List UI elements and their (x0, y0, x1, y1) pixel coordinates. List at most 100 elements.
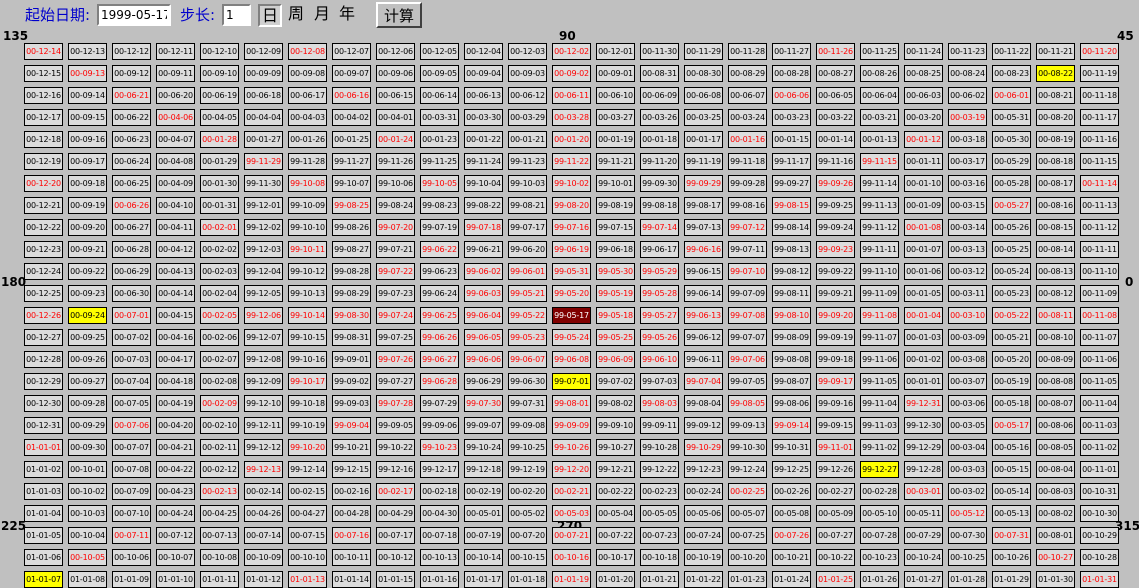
date-cell[interactable]: 00-05-06 (684, 505, 723, 522)
date-cell[interactable]: 00-05-31 (992, 109, 1031, 126)
date-cell[interactable]: 99-07-17 (508, 219, 547, 236)
date-cell[interactable]: 01-01-14 (332, 571, 371, 588)
date-cell[interactable]: 99-12-12 (244, 439, 283, 456)
date-cell[interactable]: 00-07-02 (112, 329, 151, 346)
date-cell[interactable]: 99-08-26 (332, 219, 371, 236)
date-cell[interactable]: 99-11-23 (508, 153, 547, 170)
date-cell[interactable]: 00-01-06 (904, 263, 943, 280)
date-cell[interactable]: 00-03-17 (948, 153, 987, 170)
date-cell[interactable]: 99-06-15 (684, 263, 723, 280)
date-cell[interactable]: 99-06-19 (552, 241, 591, 258)
date-cell[interactable]: 00-05-11 (904, 505, 943, 522)
date-cell[interactable]: 00-04-25 (200, 505, 239, 522)
date-cell[interactable]: 00-02-22 (596, 483, 635, 500)
date-cell[interactable]: 00-07-03 (112, 351, 151, 368)
date-cell[interactable]: 99-05-18 (596, 307, 635, 324)
date-cell[interactable]: 00-01-21 (508, 131, 547, 148)
date-cell[interactable]: 01-01-27 (904, 571, 943, 588)
date-cell[interactable]: 00-01-05 (904, 285, 943, 302)
date-cell[interactable]: 00-01-26 (288, 131, 327, 148)
date-cell[interactable]: 00-11-13 (1080, 197, 1119, 214)
date-cell[interactable]: 00-07-26 (772, 527, 811, 544)
date-cell[interactable]: 00-07-19 (464, 527, 503, 544)
date-cell[interactable]: 00-12-08 (288, 43, 327, 60)
date-cell[interactable]: 00-11-29 (684, 43, 723, 60)
date-cell[interactable]: 99-06-17 (640, 241, 679, 258)
date-cell[interactable]: 00-08-30 (684, 65, 723, 82)
date-cell[interactable]: 00-06-05 (816, 87, 855, 104)
date-cell[interactable]: 99-09-27 (772, 175, 811, 192)
date-cell[interactable]: 99-05-31 (552, 263, 591, 280)
date-cell[interactable]: 00-05-03 (552, 505, 591, 522)
date-cell[interactable]: 00-01-14 (816, 131, 855, 148)
date-cell[interactable]: 00-03-12 (948, 263, 987, 280)
date-cell[interactable]: 00-05-13 (992, 505, 1031, 522)
date-cell[interactable]: 99-11-30 (244, 175, 283, 192)
date-cell[interactable]: 00-01-02 (904, 351, 943, 368)
date-cell[interactable]: 00-06-02 (948, 87, 987, 104)
date-cell[interactable]: 00-10-12 (376, 549, 415, 566)
date-cell[interactable]: 99-11-25 (420, 153, 459, 170)
date-cell[interactable]: 99-08-30 (332, 307, 371, 324)
date-cell[interactable]: 99-10-19 (288, 417, 327, 434)
date-cell[interactable]: 99-08-15 (772, 197, 811, 214)
date-cell[interactable]: 99-09-16 (816, 395, 855, 412)
date-cell[interactable]: 00-09-12 (112, 65, 151, 82)
date-cell[interactable]: 00-04-28 (332, 505, 371, 522)
date-cell[interactable]: 00-02-02 (200, 241, 239, 258)
date-cell[interactable]: 99-09-07 (464, 417, 503, 434)
date-cell[interactable]: 99-06-12 (684, 329, 723, 346)
date-cell[interactable]: 00-10-13 (420, 549, 459, 566)
date-cell[interactable]: 99-09-22 (816, 263, 855, 280)
date-cell[interactable]: 99-08-25 (332, 197, 371, 214)
date-cell[interactable]: 99-11-24 (464, 153, 503, 170)
date-cell[interactable]: 01-01-08 (68, 571, 107, 588)
date-cell[interactable]: 99-12-29 (904, 439, 943, 456)
date-cell[interactable]: 00-05-23 (992, 285, 1031, 302)
date-cell[interactable]: 99-07-14 (640, 219, 679, 236)
date-cell[interactable]: 00-04-18 (156, 373, 195, 390)
date-cell[interactable]: 00-12-29 (24, 373, 63, 390)
date-cell[interactable]: 00-09-20 (68, 219, 107, 236)
date-cell[interactable]: 99-06-10 (640, 351, 679, 368)
date-cell[interactable]: 99-10-04 (464, 175, 503, 192)
date-cell[interactable]: 01-01-31 (1080, 571, 1119, 588)
date-cell[interactable]: 00-05-02 (508, 505, 547, 522)
date-cell[interactable]: 99-08-17 (684, 197, 723, 214)
date-cell[interactable]: 00-12-22 (24, 219, 63, 236)
date-cell[interactable]: 99-08-19 (596, 197, 635, 214)
date-cell[interactable]: 00-03-28 (552, 109, 591, 126)
date-cell[interactable]: 00-09-24 (68, 307, 107, 324)
date-cell[interactable]: 99-06-09 (596, 351, 635, 368)
date-cell[interactable]: 00-05-27 (992, 197, 1031, 214)
date-cell[interactable]: 99-12-23 (684, 461, 723, 478)
date-cell[interactable]: 99-06-30 (508, 373, 547, 390)
date-cell[interactable]: 00-11-12 (1080, 219, 1119, 236)
date-cell[interactable]: 00-07-09 (112, 483, 151, 500)
date-cell[interactable]: 00-06-29 (112, 263, 151, 280)
date-cell[interactable]: 01-01-07 (24, 571, 63, 588)
date-cell[interactable]: 00-09-14 (68, 87, 107, 104)
date-cell[interactable]: 00-06-26 (112, 197, 151, 214)
date-cell[interactable]: 00-01-23 (420, 131, 459, 148)
date-cell[interactable]: 00-04-29 (376, 505, 415, 522)
date-cell[interactable]: 00-06-14 (420, 87, 459, 104)
date-cell[interactable]: 00-04-03 (288, 109, 327, 126)
date-cell[interactable]: 99-09-19 (816, 329, 855, 346)
date-cell[interactable]: 99-06-01 (508, 263, 547, 280)
date-cell[interactable]: 00-08-13 (1036, 263, 1075, 280)
date-cell[interactable]: 00-02-08 (200, 373, 239, 390)
date-cell[interactable]: 01-01-30 (1036, 571, 1075, 588)
date-cell[interactable]: 99-12-11 (244, 417, 283, 434)
date-cell[interactable]: 99-05-30 (596, 263, 635, 280)
date-cell[interactable]: 99-07-01 (552, 373, 591, 390)
date-cell[interactable]: 01-01-16 (420, 571, 459, 588)
date-cell[interactable]: 00-09-29 (68, 417, 107, 434)
date-cell[interactable]: 00-02-20 (508, 483, 547, 500)
date-cell[interactable]: 00-05-20 (992, 351, 1031, 368)
date-cell[interactable]: 00-03-11 (948, 285, 987, 302)
date-cell[interactable]: 00-04-07 (156, 131, 195, 148)
date-cell[interactable]: 00-01-12 (904, 131, 943, 148)
date-cell[interactable]: 00-05-28 (992, 175, 1031, 192)
date-cell[interactable]: 00-11-09 (1080, 285, 1119, 302)
